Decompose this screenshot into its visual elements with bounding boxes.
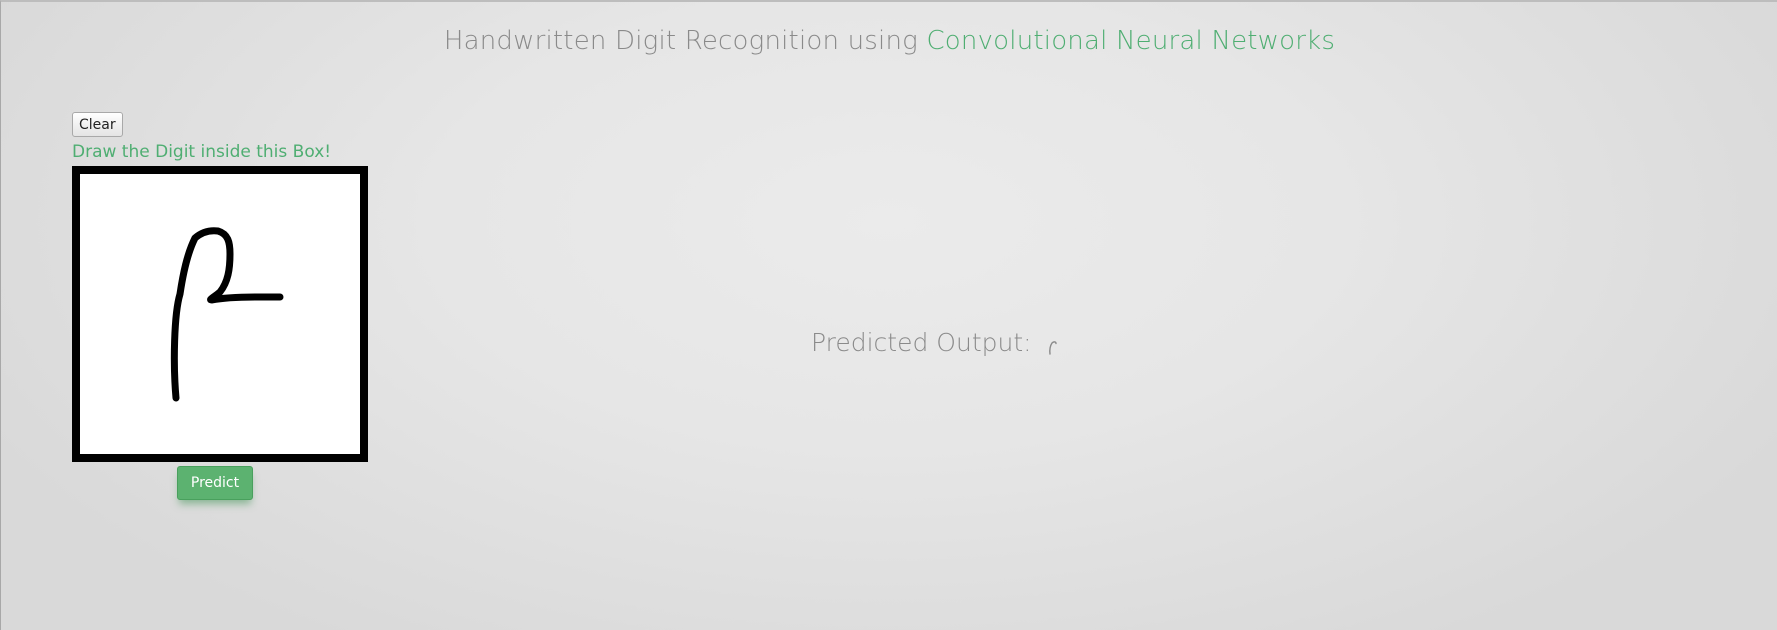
page-title: Handwritten Digit Recognition using Conv… <box>1 26 1777 56</box>
title-prefix: Handwritten Digit Recognition using <box>443 26 927 56</box>
title-accent: Convolutional Neural Networks <box>926 26 1336 56</box>
drawing-canvas[interactable] <box>72 166 368 462</box>
predicted-output-label: Predicted Output: <box>811 328 1032 357</box>
drawn-digit-stroke <box>170 227 284 402</box>
clear-button[interactable]: Clear <box>72 112 123 137</box>
handwritten-glyph-icon <box>1046 332 1058 361</box>
draw-instruction: Draw the Digit inside this Box! <box>72 142 332 162</box>
predicted-output: Predicted Output: <box>811 328 1058 361</box>
predict-button[interactable]: Predict <box>177 466 253 500</box>
